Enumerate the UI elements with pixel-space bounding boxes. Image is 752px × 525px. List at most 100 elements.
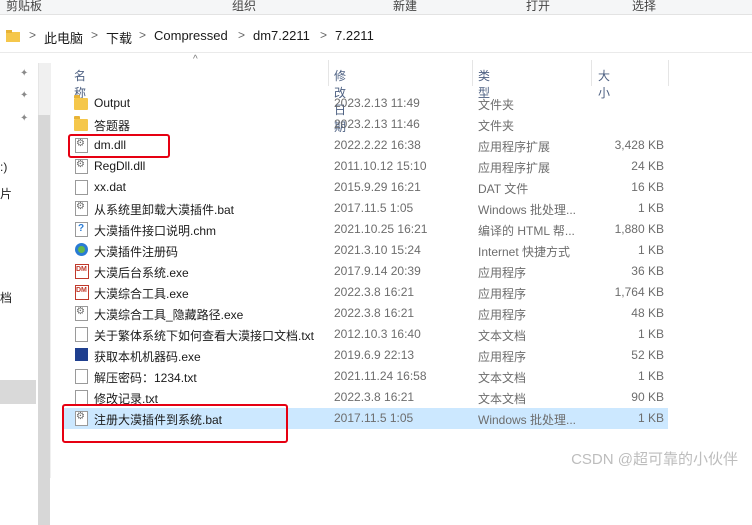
- file-name: xx.dat: [94, 180, 127, 194]
- file-size: 1 KB: [637, 411, 664, 425]
- breadcrumb-separator: >: [91, 28, 99, 42]
- file-type: 编译的 HTML 帮...: [478, 224, 575, 238]
- breadcrumb-downloads[interactable]: 下载: [106, 28, 132, 47]
- column-divider[interactable]: [472, 60, 473, 86]
- dm-app-icon: [75, 285, 89, 300]
- bat-icon: [75, 201, 88, 216]
- column-divider[interactable]: [668, 60, 669, 86]
- file-modified-date: 2022.2.22 16:38: [334, 138, 421, 152]
- file-modified-date: 2015.9.29 16:21: [334, 180, 421, 194]
- file-modified-date: 2021.3.10 15:24: [334, 243, 421, 257]
- file-modified-date: 2021.10.25 16:21: [334, 222, 428, 236]
- file-type: Windows 批处理...: [478, 413, 577, 427]
- file-row[interactable]: 大漠综合工具.exe 2022.3.8 16:21 应用程序 1,764 KB: [64, 282, 668, 303]
- file-modified-date: 2023.2.13 11:49: [334, 96, 420, 110]
- ribbon-label-open: 打开: [526, 0, 551, 13]
- file-name: 大漠插件接口说明.chm: [94, 224, 217, 238]
- pin-icon: ✦: [20, 90, 29, 101]
- file-type: 文件夹: [478, 119, 515, 133]
- breadcrumb-7-2211[interactable]: 7.2211: [335, 28, 374, 43]
- pin-icon: ✦: [20, 113, 29, 124]
- address-bar[interactable]: > 此电脑 > 下载 > Compressed > dm7.2211 > 7.2…: [0, 22, 752, 53]
- file-type: 应用程序: [478, 350, 527, 364]
- ribbon-group-labels: 剪贴板 组织 新建 打开 选择: [0, 0, 752, 15]
- file-row[interactable]: RegDll.dll 2011.10.12 15:10 应用程序扩展 24 KB: [64, 156, 668, 177]
- text-file-icon: [75, 369, 88, 384]
- nav-item-fragment[interactable]: 片: [0, 185, 12, 202]
- sort-arrow-icon: ^: [193, 54, 198, 65]
- file-type: 文本文档: [478, 392, 527, 406]
- column-divider[interactable]: [328, 60, 329, 86]
- file-row[interactable]: 解压密码：1234.txt 2021.11.24 16:58 文本文档 1 KB: [64, 366, 668, 387]
- breadcrumb-separator: >: [320, 28, 328, 42]
- file-name: Output: [94, 96, 131, 110]
- file-name: 大漠综合工具_隐藏路径.exe: [94, 308, 244, 322]
- breadcrumb-separator: >: [29, 28, 37, 42]
- file-size: 3,428 KB: [614, 138, 664, 152]
- folder-icon: [6, 30, 20, 42]
- file-row[interactable]: 大漠插件注册码 2021.3.10 15:24 Internet 快捷方式 1 KB: [64, 240, 668, 261]
- file-row[interactable]: 大漠插件接口说明.chm 2021.10.25 16:21 编译的 HTML 帮..…: [64, 219, 668, 240]
- file-size: 90 KB: [631, 390, 664, 404]
- file-modified-date: 2021.11.24 16:58: [334, 369, 427, 383]
- text-file-icon: [75, 390, 88, 405]
- file-modified-date: 2017.9.14 20:39: [334, 264, 421, 278]
- breadcrumb-compressed[interactable]: Compressed: [154, 28, 228, 43]
- folder-icon: [74, 116, 88, 131]
- file-row[interactable]: 答题器 2023.2.13 11:46 文件夹: [64, 114, 668, 135]
- file-type: Internet 快捷方式: [478, 245, 571, 259]
- file-modified-date: 2011.10.12 15:10: [334, 159, 427, 173]
- file-row[interactable]: 大漠后台系统.exe 2017.9.14 20:39 应用程序 36 KB: [64, 261, 668, 282]
- nav-scrollbar-thumb[interactable]: [38, 115, 50, 525]
- file-name: 获取本机机器码.exe: [94, 350, 201, 364]
- nav-item-fragment[interactable]: :): [0, 160, 7, 174]
- url-shortcut-icon: [75, 243, 88, 256]
- file-name: 大漠后台系统.exe: [94, 266, 189, 280]
- file-size: 24 KB: [631, 159, 664, 173]
- breadcrumb-separator: >: [238, 28, 246, 42]
- breadcrumb-this-pc[interactable]: 此电脑: [44, 28, 83, 47]
- file-type: Windows 批处理...: [478, 203, 577, 217]
- file-size: 1 KB: [637, 369, 664, 383]
- file-type: 应用程序扩展: [478, 140, 551, 154]
- file-modified-date: 2019.6.9 22:13: [334, 348, 415, 362]
- highlight-box-register-bat: [62, 404, 288, 443]
- file-type: 文件夹: [478, 98, 515, 112]
- breadcrumb-dm7-2211[interactable]: dm7.2211: [253, 28, 310, 43]
- file-row[interactable]: 从系统里卸载大漠插件.bat 2017.11.5 1:05 Windows 批处理.…: [64, 198, 668, 219]
- file-type: 应用程序: [478, 308, 527, 322]
- ribbon-label-clipboard: 剪贴板: [6, 0, 43, 13]
- file-row[interactable]: 获取本机机器码.exe 2019.6.9 22:13 应用程序 52 KB: [64, 345, 668, 366]
- nav-selected-item[interactable]: [0, 380, 36, 404]
- file-icon: [75, 180, 88, 195]
- gear-app-icon: [75, 306, 88, 321]
- file-size: 1 KB: [637, 201, 664, 215]
- file-type: 文本文档: [478, 329, 527, 343]
- ribbon-label-select: 选择: [632, 0, 657, 13]
- file-name: 从系统里卸载大漠插件.bat: [94, 203, 235, 217]
- file-modified-date: 2012.10.3 16:40: [334, 327, 421, 341]
- file-type: 应用程序: [478, 266, 527, 280]
- file-type: 应用程序: [478, 287, 527, 301]
- nav-item-fragment[interactable]: 档: [0, 289, 12, 306]
- file-row[interactable]: Output 2023.2.13 11:49 文件夹: [64, 93, 668, 114]
- file-row[interactable]: 关于繁体系统下如何查看大漠接口文档.txt 2012.10.3 16:40 文本文档…: [64, 324, 668, 345]
- file-size: 16 KB: [631, 180, 664, 194]
- folder-icon: [74, 95, 88, 110]
- file-size: 36 KB: [631, 264, 664, 278]
- file-name: 答题器: [94, 119, 131, 133]
- breadcrumb-separator: >: [139, 28, 147, 42]
- file-row[interactable]: xx.dat 2015.9.29 16:21 DAT 文件 16 KB: [64, 177, 668, 198]
- file-row[interactable]: 大漠综合工具_隐藏路径.exe 2022.3.8 16:21 应用程序 48 KB: [64, 303, 668, 324]
- file-size: 1 KB: [637, 327, 664, 341]
- file-name: 解压密码：1234.txt: [94, 371, 197, 385]
- file-type: 应用程序扩展: [478, 161, 551, 175]
- ribbon-label-organize: 组织: [232, 0, 257, 13]
- file-modified-date: 2017.11.5 1:05: [334, 201, 414, 215]
- file-modified-date: 2017.11.5 1:05: [334, 411, 414, 425]
- machine-code-app-icon: [75, 348, 88, 361]
- file-size: 48 KB: [631, 306, 664, 320]
- dm-app-icon: [75, 264, 89, 279]
- column-divider[interactable]: [591, 60, 592, 86]
- file-name: 关于繁体系统下如何查看大漠接口文档.txt: [94, 329, 315, 343]
